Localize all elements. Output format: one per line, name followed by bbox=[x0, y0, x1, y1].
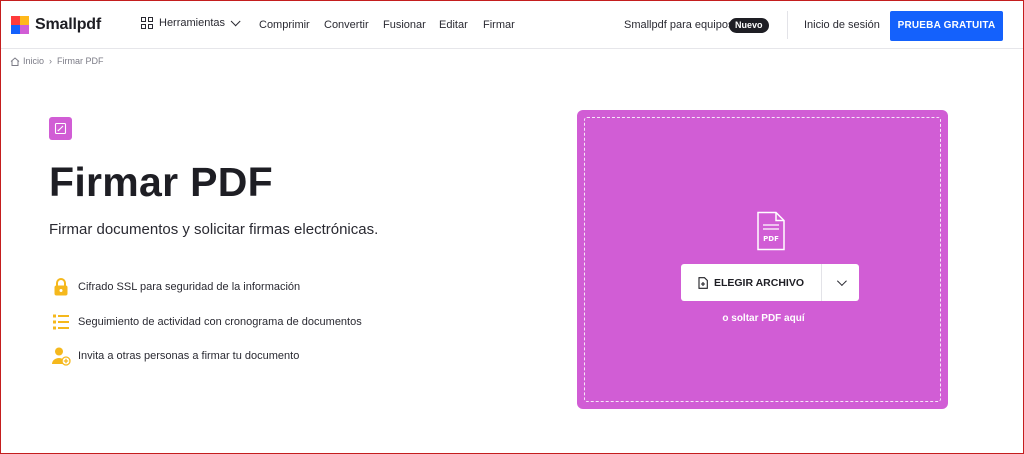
add-user-icon bbox=[51, 346, 71, 366]
page-title: Firmar PDF bbox=[49, 159, 273, 205]
choose-file-button-group: ELEGIR ARCHIVO bbox=[681, 264, 859, 301]
feature-item-ssl: Cifrado SSL para seguridad de la informa… bbox=[51, 277, 300, 297]
choose-source-dropdown[interactable] bbox=[822, 264, 859, 301]
feature-text: Cifrado SSL para seguridad de la informa… bbox=[78, 281, 301, 293]
lock-icon bbox=[51, 277, 71, 297]
header-divider bbox=[787, 11, 788, 39]
feature-text: Seguimiento de actividad con cronograma … bbox=[78, 316, 362, 328]
new-badge: Nuevo bbox=[729, 18, 769, 33]
nav-comprimir[interactable]: Comprimir bbox=[259, 19, 310, 31]
breadcrumb: Inicio › Firmar PDF bbox=[10, 56, 104, 66]
breadcrumb-current: Firmar PDF bbox=[57, 56, 104, 66]
free-trial-button[interactable]: PRUEBA GRATUITA bbox=[890, 11, 1003, 41]
tools-menu-button[interactable]: Herramientas bbox=[141, 15, 241, 29]
grid-icon bbox=[141, 17, 153, 29]
timeline-list-icon bbox=[51, 312, 71, 332]
page-subtitle: Firmar documentos y solicitar firmas ele… bbox=[49, 221, 379, 238]
file-add-icon bbox=[698, 276, 708, 289]
nav-convertir[interactable]: Convertir bbox=[324, 19, 369, 31]
top-header: Smallpdf Herramientas Comprimir Converti… bbox=[1, 1, 1023, 49]
nav-fusionar[interactable]: Fusionar bbox=[383, 19, 426, 31]
feature-item-tracking: Seguimiento de actividad con cronograma … bbox=[51, 312, 362, 332]
smallpdf-logo-icon bbox=[11, 16, 29, 34]
svg-text:PDF: PDF bbox=[763, 235, 779, 243]
login-link[interactable]: Inicio de sesión bbox=[804, 19, 880, 31]
teams-link[interactable]: Smallpdf para equipos bbox=[624, 19, 733, 31]
sign-pen-icon bbox=[54, 122, 67, 135]
brand-name: Smallpdf bbox=[35, 16, 101, 33]
pdf-file-icon: PDF bbox=[757, 211, 785, 251]
brand-logo[interactable]: Smallpdf bbox=[11, 15, 101, 35]
drop-hint: o soltar PDF aquí bbox=[722, 313, 805, 324]
sign-pdf-tool-icon bbox=[49, 117, 72, 140]
home-icon bbox=[10, 56, 20, 66]
nav-editar[interactable]: Editar bbox=[439, 19, 468, 31]
feature-text: Invita a otras personas a firmar tu docu… bbox=[78, 350, 300, 362]
chevron-down-icon bbox=[230, 15, 241, 26]
breadcrumb-separator: › bbox=[49, 56, 53, 66]
choose-file-button[interactable]: ELEGIR ARCHIVO bbox=[681, 264, 821, 301]
choose-file-label: ELEGIR ARCHIVO bbox=[713, 276, 805, 289]
drop-zone-dashed-border: PDF ELEGIR ARCHIVO o soltar PDF aquí bbox=[584, 117, 941, 402]
breadcrumb-home[interactable]: Inicio bbox=[23, 56, 44, 66]
nav-firmar[interactable]: Firmar bbox=[483, 19, 515, 31]
tools-label: Herramientas bbox=[159, 17, 226, 29]
feature-item-invite: Invita a otras personas a firmar tu docu… bbox=[51, 346, 299, 366]
file-drop-zone[interactable]: PDF ELEGIR ARCHIVO o soltar PDF aquí bbox=[577, 110, 948, 409]
chevron-down-icon bbox=[836, 276, 847, 287]
